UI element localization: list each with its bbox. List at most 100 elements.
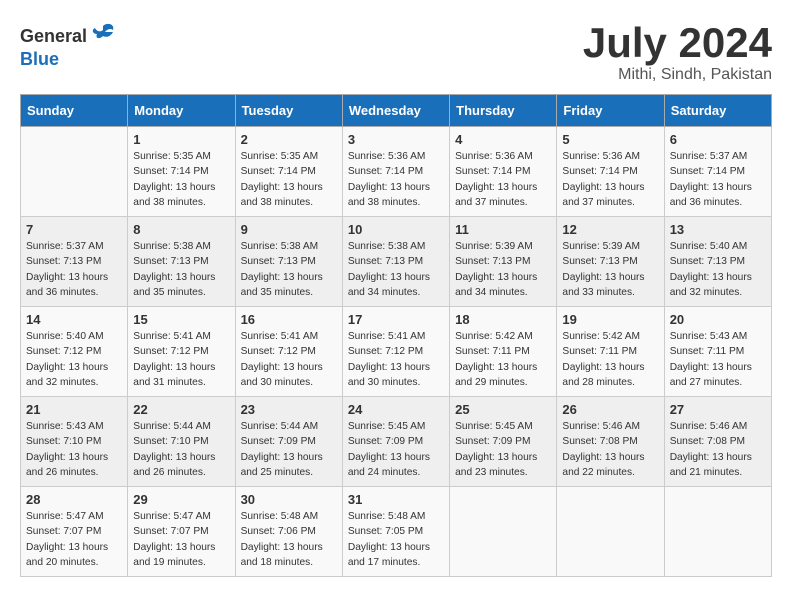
calendar-week-row: 1 Sunrise: 5:35 AMSunset: 7:14 PMDaylight… bbox=[21, 127, 772, 217]
calendar-week-row: 21 Sunrise: 5:43 AMSunset: 7:10 PMDayligh… bbox=[21, 397, 772, 487]
day-number: 25 bbox=[455, 402, 551, 417]
day-number: 11 bbox=[455, 222, 551, 237]
day-info: Sunrise: 5:46 AMSunset: 7:08 PMDaylight:… bbox=[670, 419, 766, 480]
location-subtitle: Mithi, Sindh, Pakistan bbox=[583, 66, 772, 84]
day-info: Sunrise: 5:38 AMSunset: 7:13 PMDaylight:… bbox=[241, 239, 337, 300]
calendar-day-cell: 21 Sunrise: 5:43 AMSunset: 7:10 PMDayligh… bbox=[21, 397, 128, 487]
day-number: 2 bbox=[241, 132, 337, 147]
weekday-header-cell: Tuesday bbox=[235, 95, 342, 127]
title-area: July 2024 Mithi, Sindh, Pakistan bbox=[583, 20, 772, 84]
day-number: 28 bbox=[26, 492, 122, 507]
day-info: Sunrise: 5:37 AMSunset: 7:14 PMDaylight:… bbox=[670, 149, 766, 210]
month-year-title: July 2024 bbox=[583, 20, 772, 66]
calendar-week-row: 14 Sunrise: 5:40 AMSunset: 7:12 PMDayligh… bbox=[21, 307, 772, 397]
day-info: Sunrise: 5:45 AMSunset: 7:09 PMDaylight:… bbox=[455, 419, 551, 480]
calendar-day-cell: 25 Sunrise: 5:45 AMSunset: 7:09 PMDayligh… bbox=[450, 397, 557, 487]
calendar-day-cell: 17Sunrise: 5:41 AMSunset: 7:12 PMDayligh… bbox=[342, 307, 449, 397]
logo: General Blue bbox=[20, 20, 117, 70]
day-info: Sunrise: 5:42 AMSunset: 7:11 PMDaylight:… bbox=[562, 329, 658, 390]
day-number: 27 bbox=[670, 402, 766, 417]
day-info: Sunrise: 5:47 AMSunset: 7:07 PMDaylight:… bbox=[26, 509, 122, 570]
day-number: 29 bbox=[133, 492, 229, 507]
day-number: 14 bbox=[26, 312, 122, 327]
day-info: Sunrise: 5:46 AMSunset: 7:08 PMDaylight:… bbox=[562, 419, 658, 480]
day-info: Sunrise: 5:35 AMSunset: 7:14 PMDaylight:… bbox=[241, 149, 337, 210]
calendar-day-cell: 7 Sunrise: 5:37 AMSunset: 7:13 PMDaylight… bbox=[21, 217, 128, 307]
day-info: Sunrise: 5:38 AMSunset: 7:13 PMDaylight:… bbox=[348, 239, 444, 300]
day-info: Sunrise: 5:40 AMSunset: 7:13 PMDaylight:… bbox=[670, 239, 766, 300]
calendar-table: SundayMondayTuesdayWednesdayThursdayFrid… bbox=[20, 94, 772, 577]
calendar-day-cell: 19 Sunrise: 5:42 AMSunset: 7:11 PMDayligh… bbox=[557, 307, 664, 397]
day-info: Sunrise: 5:36 AMSunset: 7:14 PMDaylight:… bbox=[455, 149, 551, 210]
calendar-day-cell: 8 Sunrise: 5:38 AMSunset: 7:13 PMDaylight… bbox=[128, 217, 235, 307]
day-number: 12 bbox=[562, 222, 658, 237]
day-number: 7 bbox=[26, 222, 122, 237]
day-info: Sunrise: 5:41 AMSunset: 7:12 PMDaylight:… bbox=[133, 329, 229, 390]
calendar-day-cell: 13 Sunrise: 5:40 AMSunset: 7:13 PMDayligh… bbox=[664, 217, 771, 307]
day-info: Sunrise: 5:41 AMSunset: 7:12 PMDaylight:… bbox=[241, 329, 337, 390]
calendar-day-cell: 1Sunrise: 5:35 AMSunset: 7:14 PMDaylight… bbox=[128, 127, 235, 217]
day-number: 31 bbox=[348, 492, 444, 507]
calendar-day-cell: 6 Sunrise: 5:37 AMSunset: 7:14 PMDaylight… bbox=[664, 127, 771, 217]
calendar-day-cell: 16 Sunrise: 5:41 AMSunset: 7:12 PMDayligh… bbox=[235, 307, 342, 397]
day-info: Sunrise: 5:40 AMSunset: 7:12 PMDaylight:… bbox=[26, 329, 122, 390]
weekday-header-cell: Monday bbox=[128, 95, 235, 127]
calendar-day-cell: 12 Sunrise: 5:39 AMSunset: 7:13 PMDayligh… bbox=[557, 217, 664, 307]
day-number: 22 bbox=[133, 402, 229, 417]
calendar-day-cell: 30Sunrise: 5:48 AMSunset: 7:06 PMDayligh… bbox=[235, 487, 342, 577]
calendar-day-cell: 20Sunrise: 5:43 AMSunset: 7:11 PMDayligh… bbox=[664, 307, 771, 397]
logo-general-text: General bbox=[20, 27, 87, 47]
day-info: Sunrise: 5:43 AMSunset: 7:10 PMDaylight:… bbox=[26, 419, 122, 480]
day-info: Sunrise: 5:37 AMSunset: 7:13 PMDaylight:… bbox=[26, 239, 122, 300]
calendar-day-cell: 15 Sunrise: 5:41 AMSunset: 7:12 PMDayligh… bbox=[128, 307, 235, 397]
day-info: Sunrise: 5:36 AMSunset: 7:14 PMDaylight:… bbox=[348, 149, 444, 210]
calendar-day-cell: 28 Sunrise: 5:47 AMSunset: 7:07 PMDayligh… bbox=[21, 487, 128, 577]
calendar-day-cell: 23 Sunrise: 5:44 AMSunset: 7:09 PMDayligh… bbox=[235, 397, 342, 487]
day-number: 6 bbox=[670, 132, 766, 147]
day-info: Sunrise: 5:47 AMSunset: 7:07 PMDaylight:… bbox=[133, 509, 229, 570]
calendar-day-cell bbox=[21, 127, 128, 217]
day-info: Sunrise: 5:38 AMSunset: 7:13 PMDaylight:… bbox=[133, 239, 229, 300]
day-number: 15 bbox=[133, 312, 229, 327]
day-number: 23 bbox=[241, 402, 337, 417]
calendar-day-cell: 4 Sunrise: 5:36 AMSunset: 7:14 PMDaylight… bbox=[450, 127, 557, 217]
day-number: 4 bbox=[455, 132, 551, 147]
day-number: 8 bbox=[133, 222, 229, 237]
day-number: 1 bbox=[133, 132, 229, 147]
day-number: 16 bbox=[241, 312, 337, 327]
weekday-header-cell: Saturday bbox=[664, 95, 771, 127]
day-number: 24 bbox=[348, 402, 444, 417]
calendar-body: 1 Sunrise: 5:35 AMSunset: 7:14 PMDaylight… bbox=[21, 127, 772, 577]
day-number: 30 bbox=[241, 492, 337, 507]
day-info: Sunrise: 5:39 AMSunset: 7:13 PMDaylight:… bbox=[455, 239, 551, 300]
calendar-day-cell: 31 Sunrise: 5:48 AMSunset: 7:05 PMDayligh… bbox=[342, 487, 449, 577]
day-number: 9 bbox=[241, 222, 337, 237]
calendar-day-cell: 22Sunrise: 5:44 AMSunset: 7:10 PMDayligh… bbox=[128, 397, 235, 487]
day-info: Sunrise: 5:42 AMSunset: 7:11 PMDaylight:… bbox=[455, 329, 551, 390]
weekday-header-cell: Thursday bbox=[450, 95, 557, 127]
calendar-day-cell: 27 Sunrise: 5:46 AMSunset: 7:08 PMDayligh… bbox=[664, 397, 771, 487]
calendar-day-cell bbox=[664, 487, 771, 577]
day-info: Sunrise: 5:39 AMSunset: 7:13 PMDaylight:… bbox=[562, 239, 658, 300]
calendar-day-cell: 14 Sunrise: 5:40 AMSunset: 7:12 PMDayligh… bbox=[21, 307, 128, 397]
day-number: 21 bbox=[26, 402, 122, 417]
calendar-day-cell: 24 Sunrise: 5:45 AMSunset: 7:09 PMDayligh… bbox=[342, 397, 449, 487]
day-number: 13 bbox=[670, 222, 766, 237]
day-info: Sunrise: 5:36 AMSunset: 7:14 PMDaylight:… bbox=[562, 149, 658, 210]
calendar-week-row: 7 Sunrise: 5:37 AMSunset: 7:13 PMDaylight… bbox=[21, 217, 772, 307]
weekday-header-cell: Wednesday bbox=[342, 95, 449, 127]
calendar-day-cell: 2 Sunrise: 5:35 AMSunset: 7:14 PMDaylight… bbox=[235, 127, 342, 217]
day-info: Sunrise: 5:43 AMSunset: 7:11 PMDaylight:… bbox=[670, 329, 766, 390]
calendar-day-cell: 18 Sunrise: 5:42 AMSunset: 7:11 PMDayligh… bbox=[450, 307, 557, 397]
day-number: 18 bbox=[455, 312, 551, 327]
logo-bird-icon bbox=[89, 20, 117, 54]
day-info: Sunrise: 5:45 AMSunset: 7:09 PMDaylight:… bbox=[348, 419, 444, 480]
day-info: Sunrise: 5:44 AMSunset: 7:09 PMDaylight:… bbox=[241, 419, 337, 480]
calendar-day-cell bbox=[450, 487, 557, 577]
calendar-day-cell: 26Sunrise: 5:46 AMSunset: 7:08 PMDayligh… bbox=[557, 397, 664, 487]
calendar-day-cell: 29 Sunrise: 5:47 AMSunset: 7:07 PMDayligh… bbox=[128, 487, 235, 577]
day-number: 19 bbox=[562, 312, 658, 327]
day-info: Sunrise: 5:48 AMSunset: 7:05 PMDaylight:… bbox=[348, 509, 444, 570]
calendar-day-cell: 11 Sunrise: 5:39 AMSunset: 7:13 PMDayligh… bbox=[450, 217, 557, 307]
day-number: 10 bbox=[348, 222, 444, 237]
